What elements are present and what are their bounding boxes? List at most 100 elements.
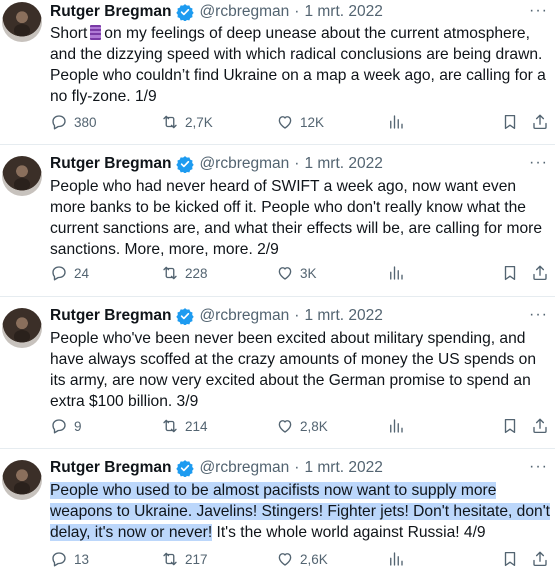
tweet-text-rest: on my feelings of deep unease about the …	[50, 25, 546, 105]
reply-button[interactable]: 24	[50, 263, 89, 283]
like-count: 2,8K	[300, 418, 328, 434]
retweet-button[interactable]: 2,7K	[161, 112, 213, 132]
author-handle[interactable]: @rcbregman	[199, 459, 289, 477]
tweet-actions: 9 214 2,8K	[50, 416, 555, 436]
tweet-actions: 24 228 3K	[50, 263, 555, 283]
like-button[interactable]: 2,8K	[276, 416, 328, 436]
divider	[0, 144, 555, 145]
tweet-actions: 380 2,7K 12K	[50, 112, 555, 132]
reply-icon	[50, 264, 68, 282]
tweet-date[interactable]: 1 mrt. 2022	[304, 3, 382, 21]
reply-icon	[50, 113, 68, 131]
tweet-date[interactable]: 1 mrt. 2022	[304, 459, 382, 477]
author-handle[interactable]: @rcbregman	[199, 307, 289, 325]
thread-spool-icon	[90, 25, 102, 40]
bookmark-icon	[501, 113, 519, 131]
views-icon	[387, 550, 405, 568]
retweet-count: 228	[185, 265, 208, 281]
tweet-text: People who've been never been excited ab…	[50, 330, 536, 410]
author-handle[interactable]: @rcbregman	[199, 3, 289, 21]
like-icon	[276, 264, 294, 282]
share-button[interactable]	[531, 549, 549, 569]
reply-count: 9	[74, 418, 82, 434]
bookmark-icon	[501, 550, 519, 568]
retweet-icon	[161, 264, 179, 282]
retweet-icon	[161, 113, 179, 131]
divider	[0, 296, 555, 297]
tweet-header: Rutger Bregman @rcbregman · 1 mrt. 2022	[50, 457, 383, 479]
author-name[interactable]: Rutger Bregman	[50, 3, 171, 21]
tweet-text: Short on my feelings of deep unease about…	[50, 23, 550, 107]
bookmark-icon	[501, 417, 519, 435]
views-icon	[387, 264, 405, 282]
reply-count: 380	[74, 114, 97, 130]
views-button[interactable]	[387, 549, 405, 569]
like-button[interactable]: 2,6K	[276, 549, 328, 569]
tweet-text: People who used to be almost pacifists n…	[50, 480, 551, 543]
bookmark-button[interactable]	[501, 112, 519, 132]
avatar[interactable]	[2, 460, 42, 500]
share-button[interactable]	[531, 112, 549, 132]
tweet-text-rest: It's the whole world against Russia! 4/9	[212, 524, 486, 541]
avatar[interactable]	[2, 156, 42, 196]
tweet-actions: 13 217 2,6K	[50, 549, 555, 569]
share-icon	[531, 264, 549, 282]
reply-button[interactable]: 9	[50, 416, 82, 436]
avatar[interactable]	[2, 2, 42, 42]
views-button[interactable]	[387, 263, 405, 283]
author-name[interactable]: Rutger Bregman	[50, 155, 171, 173]
reply-icon	[50, 417, 68, 435]
separator: ·	[294, 459, 300, 476]
author-name[interactable]: Rutger Bregman	[50, 459, 171, 477]
share-button[interactable]	[531, 416, 549, 436]
like-button[interactable]: 3K	[276, 263, 317, 283]
verified-badge-icon	[176, 459, 194, 477]
tweet-text: People who had never heard of SWIFT a we…	[50, 178, 543, 258]
like-icon	[276, 550, 294, 568]
retweet-button[interactable]: 217	[161, 549, 208, 569]
share-icon	[531, 417, 549, 435]
divider	[0, 448, 555, 449]
retweet-count: 217	[185, 551, 208, 567]
reply-button[interactable]: 13	[50, 549, 89, 569]
bookmark-button[interactable]	[501, 263, 519, 283]
more-icon[interactable]: ···	[529, 458, 547, 476]
author-handle[interactable]: @rcbregman	[199, 155, 289, 173]
more-icon[interactable]: ···	[529, 306, 547, 324]
like-count: 3K	[300, 265, 317, 281]
author-name[interactable]: Rutger Bregman	[50, 307, 171, 325]
retweet-icon	[161, 417, 179, 435]
verified-badge-icon	[176, 307, 194, 325]
retweet-button[interactable]: 214	[161, 416, 208, 436]
bookmark-button[interactable]	[501, 416, 519, 436]
share-button[interactable]	[531, 263, 549, 283]
share-icon	[531, 113, 549, 131]
views-button[interactable]	[387, 416, 405, 436]
reply-button[interactable]: 380	[50, 112, 97, 132]
verified-badge-icon	[176, 155, 194, 173]
like-icon	[276, 417, 294, 435]
like-icon	[276, 113, 294, 131]
retweet-count: 214	[185, 418, 208, 434]
like-count: 12K	[300, 114, 325, 130]
tweet-text-start: Short	[50, 25, 88, 42]
tweet-date[interactable]: 1 mrt. 2022	[304, 155, 382, 173]
views-icon	[387, 113, 405, 131]
reply-count: 24	[74, 265, 90, 281]
avatar[interactable]	[2, 308, 42, 348]
retweet-button[interactable]: 228	[161, 263, 208, 283]
bookmark-button[interactable]	[501, 549, 519, 569]
views-icon	[387, 417, 405, 435]
retweet-count: 2,7K	[185, 114, 213, 130]
verified-badge-icon	[176, 3, 194, 21]
views-button[interactable]	[387, 112, 405, 132]
separator: ·	[294, 3, 300, 20]
tweet-header: Rutger Bregman @rcbregman · 1 mrt. 2022	[50, 305, 383, 327]
more-icon[interactable]: ···	[529, 2, 547, 20]
like-button[interactable]: 12K	[276, 112, 324, 132]
bookmark-icon	[501, 264, 519, 282]
tweet-header: Rutger Bregman @rcbregman · 1 mrt. 2022	[50, 1, 383, 23]
reply-icon	[50, 550, 68, 568]
more-icon[interactable]: ···	[529, 154, 547, 172]
tweet-date[interactable]: 1 mrt. 2022	[304, 307, 382, 325]
